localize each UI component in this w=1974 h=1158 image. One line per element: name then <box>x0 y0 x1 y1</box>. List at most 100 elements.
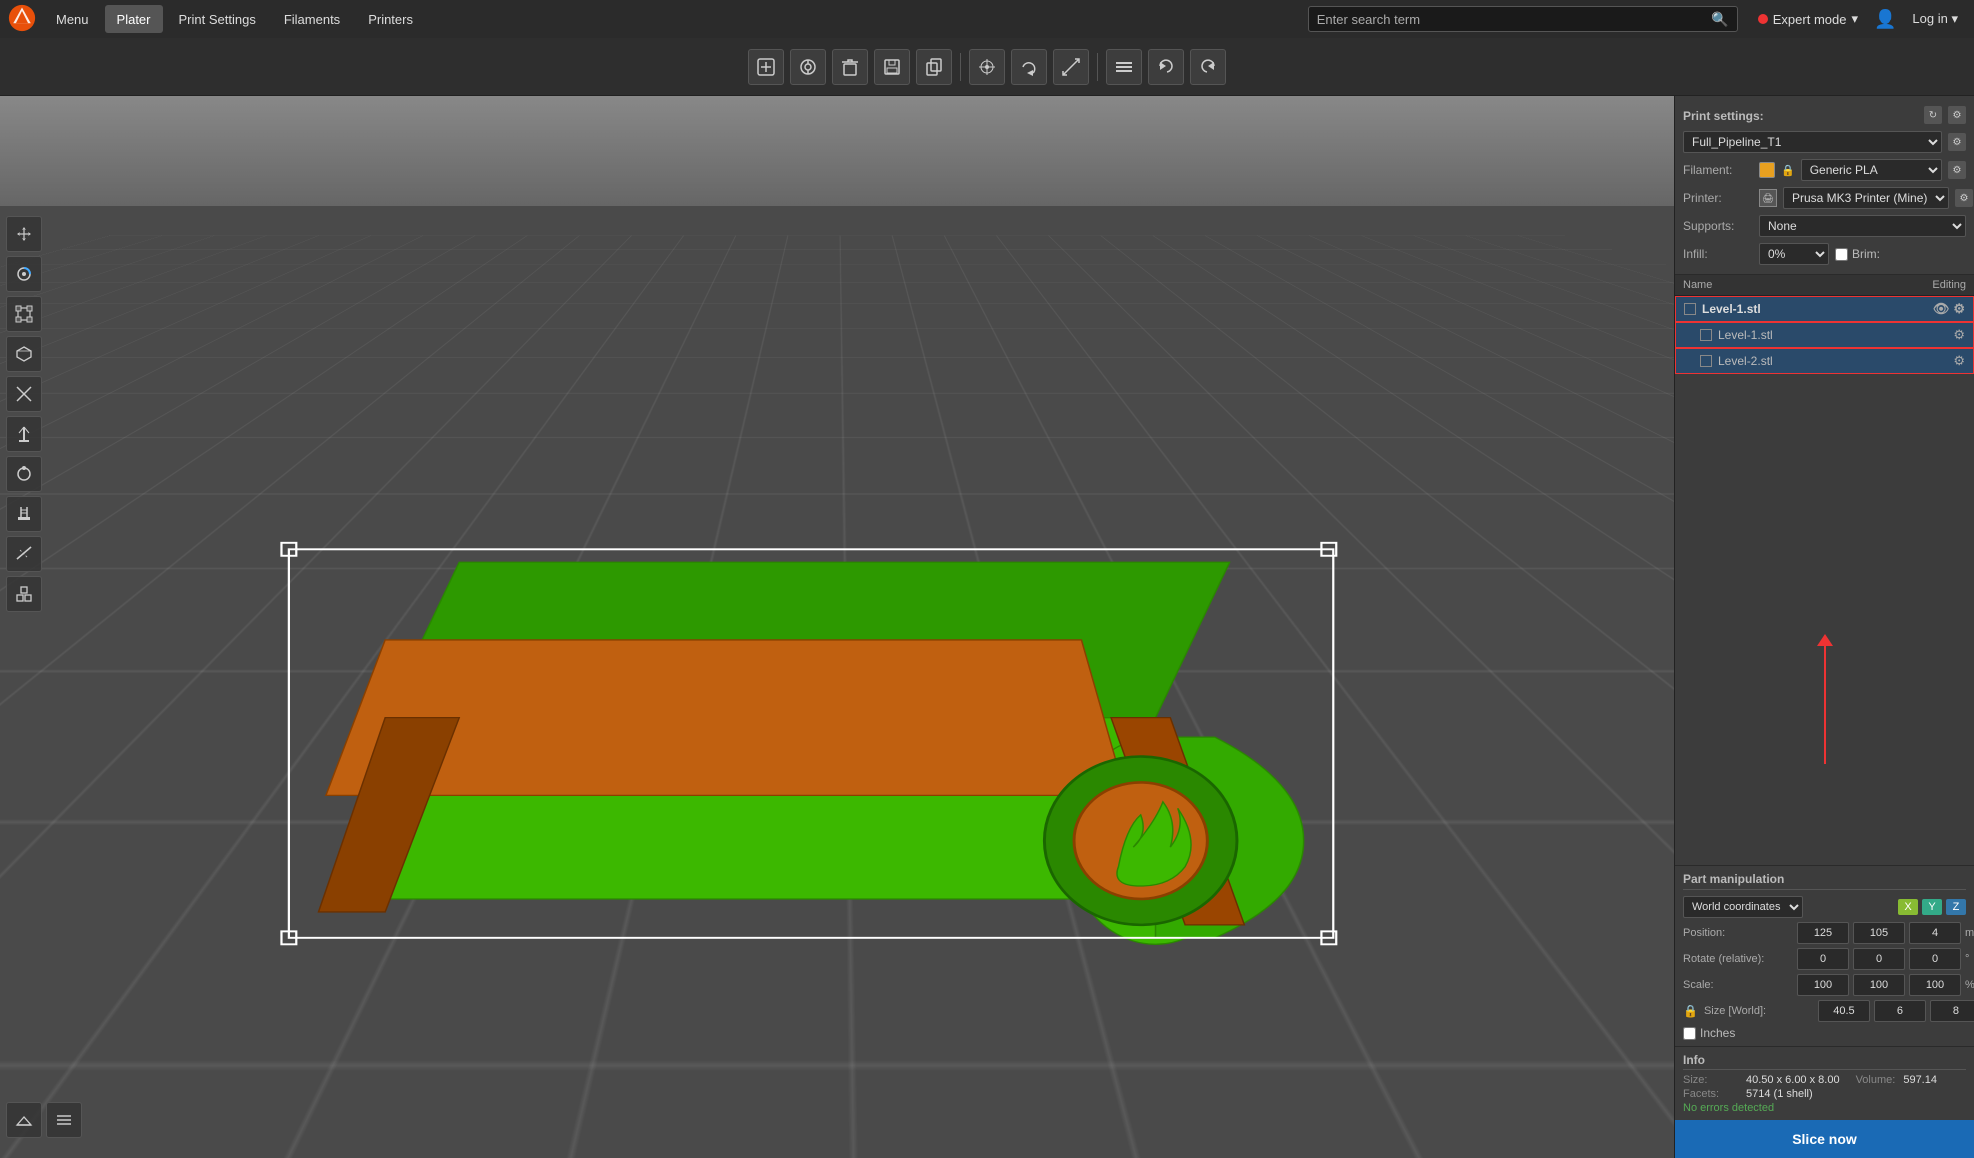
move-tool-button[interactable] <box>6 216 42 252</box>
rotate-button[interactable] <box>1011 49 1047 85</box>
group-item-checkbox[interactable] <box>1684 303 1696 315</box>
scale-button[interactable] <box>1053 49 1089 85</box>
red-arrow <box>1824 644 1826 764</box>
print-settings-section: Print settings: ↻ ⚙ Full_Pipeline_T1 ⚙ F… <box>1675 96 1974 275</box>
rotate-x-input[interactable] <box>1797 948 1849 970</box>
sub-item-1-gear-icon[interactable]: ⚙ <box>1953 327 1965 343</box>
layer-view-button[interactable] <box>46 1102 82 1138</box>
size-x-input[interactable] <box>1818 1000 1870 1022</box>
expert-mode-button[interactable]: Expert mode ▾ <box>1750 9 1866 29</box>
brim-checkbox[interactable] <box>1835 248 1848 261</box>
redo-button[interactable] <box>1190 49 1226 85</box>
login-button[interactable]: Log in ▾ <box>1904 9 1966 29</box>
search-input[interactable] <box>1317 12 1706 27</box>
rotate-z-input[interactable] <box>1909 948 1961 970</box>
scale-z-input[interactable] <box>1909 974 1961 996</box>
position-x-input[interactable] <box>1797 922 1849 944</box>
infill-label: Infill: <box>1683 247 1753 261</box>
add-object-button[interactable] <box>748 49 784 85</box>
size-z-input[interactable] <box>1930 1000 1974 1022</box>
position-y-input[interactable] <box>1853 922 1905 944</box>
printer-settings-icon[interactable]: ⚙ <box>1955 189 1973 207</box>
search-box[interactable]: 🔍 <box>1308 6 1738 32</box>
supports-label: Supports: <box>1683 219 1753 233</box>
print-profile-settings-icon[interactable]: ⚙ <box>1948 133 1966 151</box>
info-size-label: Size: <box>1683 1074 1738 1086</box>
main-area: Print settings: ↻ ⚙ Full_Pipeline_T1 ⚙ F… <box>0 96 1974 1158</box>
print-settings-gear-icon[interactable]: ⚙ <box>1948 106 1966 124</box>
size-y-input[interactable] <box>1874 1000 1926 1022</box>
left-toolbar <box>6 216 42 612</box>
rotate-label: Rotate (relative): <box>1683 953 1793 965</box>
eye-icon[interactable]: 👁 <box>1933 301 1950 317</box>
filament-select[interactable]: Generic PLA <box>1801 159 1942 181</box>
cut-tool-button[interactable] <box>6 376 42 412</box>
inches-row: Inches <box>1683 1026 1966 1040</box>
print-profile-select[interactable]: Full_Pipeline_T1 <box>1683 131 1942 153</box>
save-button[interactable] <box>874 49 910 85</box>
print-settings-button[interactable]: Print Settings <box>167 5 268 33</box>
printer-select[interactable]: Prusa MK3 Printer (Mine) <box>1783 187 1949 209</box>
place-on-face-button[interactable] <box>6 336 42 372</box>
inches-label: Inches <box>1700 1026 1735 1040</box>
center-button[interactable] <box>969 49 1005 85</box>
user-icon: 👤 <box>1874 9 1896 30</box>
sub-item-1-checkbox[interactable] <box>1700 329 1712 341</box>
toolbar <box>0 38 1974 96</box>
copy-button[interactable] <box>916 49 952 85</box>
viewport[interactable] <box>0 96 1674 1158</box>
sub-item-1-name: Level-1.stl <box>1718 328 1953 342</box>
print-settings-refresh-icon[interactable]: ↻ <box>1924 106 1942 124</box>
view-button[interactable] <box>1106 49 1142 85</box>
scale-tool-button[interactable] <box>6 296 42 332</box>
filament-color-swatch <box>1759 162 1775 178</box>
delete-button[interactable] <box>832 49 868 85</box>
size-row: 🔒 Size [World]: mm <box>1683 1000 1966 1022</box>
rotate-tool-button[interactable] <box>6 256 42 292</box>
sub-item-2-checkbox[interactable] <box>1700 355 1712 367</box>
menu-button[interactable]: Menu <box>44 5 101 33</box>
brim-check: Brim: <box>1835 247 1880 261</box>
info-facets-label: Facets: <box>1683 1088 1738 1100</box>
scale-x-input[interactable] <box>1797 974 1849 996</box>
sub-item-2-gear-icon[interactable]: ⚙ <box>1953 353 1965 369</box>
supports-button[interactable] <box>6 416 42 452</box>
scale-row: Scale: % <box>1683 974 1966 996</box>
rotate-y-input[interactable] <box>1853 948 1905 970</box>
supports-select[interactable]: None <box>1759 215 1966 237</box>
arrange-button[interactable] <box>790 49 826 85</box>
lock-icon: 🔒 <box>1781 164 1795 177</box>
object-list: Name Editing Level-1.stl 👁 ⚙ Level-1.stl… <box>1675 275 1974 865</box>
object-list-group-item[interactable]: Level-1.stl 👁 ⚙ <box>1675 296 1974 322</box>
filaments-button[interactable]: Filaments <box>272 5 352 33</box>
position-z-input[interactable] <box>1909 922 1961 944</box>
infill-select[interactable]: 0% <box>1759 243 1829 265</box>
undo-button[interactable] <box>1148 49 1184 85</box>
sub-item-2-name: Level-2.stl <box>1718 354 1953 368</box>
size-lock-icon[interactable]: 🔒 <box>1683 1004 1698 1018</box>
printer-label: Printer: <box>1683 191 1753 205</box>
scale-y-input[interactable] <box>1853 974 1905 996</box>
filament-settings-icon[interactable]: ⚙ <box>1948 161 1966 179</box>
seam-button[interactable] <box>6 456 42 492</box>
coord-system-select[interactable]: World coordinates Local coordinates <box>1683 896 1803 918</box>
assembly-button[interactable] <box>6 576 42 612</box>
inches-checkbox[interactable] <box>1683 1027 1696 1040</box>
brim-label: Brim: <box>1852 247 1880 261</box>
info-volume-value: 597.14 <box>1903 1074 1937 1086</box>
plater-button[interactable]: Plater <box>105 5 163 33</box>
measure-button[interactable] <box>6 536 42 572</box>
col-editing-header: Editing <box>1906 279 1966 291</box>
viewport-svg <box>0 96 1674 1158</box>
info-facets-row: Facets: 5714 (1 shell) <box>1683 1088 1966 1100</box>
printers-button[interactable]: Printers <box>356 5 425 33</box>
sub-item-2-icons: ⚙ <box>1953 353 1965 369</box>
object-list-sub-item-2[interactable]: Level-2.stl ⚙ <box>1675 348 1974 374</box>
slice-now-button[interactable]: Slice now <box>1675 1120 1974 1158</box>
fdm-supports-button[interactable] <box>6 496 42 532</box>
floor-view-button[interactable] <box>6 1102 42 1138</box>
toolbar-separator-2 <box>1097 53 1098 81</box>
info-size-row: Size: 40.50 x 6.00 x 8.00 Volume: 597.14 <box>1683 1074 1966 1086</box>
object-list-sub-item-1[interactable]: Level-1.stl ⚙ <box>1675 322 1974 348</box>
group-item-gear-icon[interactable]: ⚙ <box>1953 301 1965 317</box>
